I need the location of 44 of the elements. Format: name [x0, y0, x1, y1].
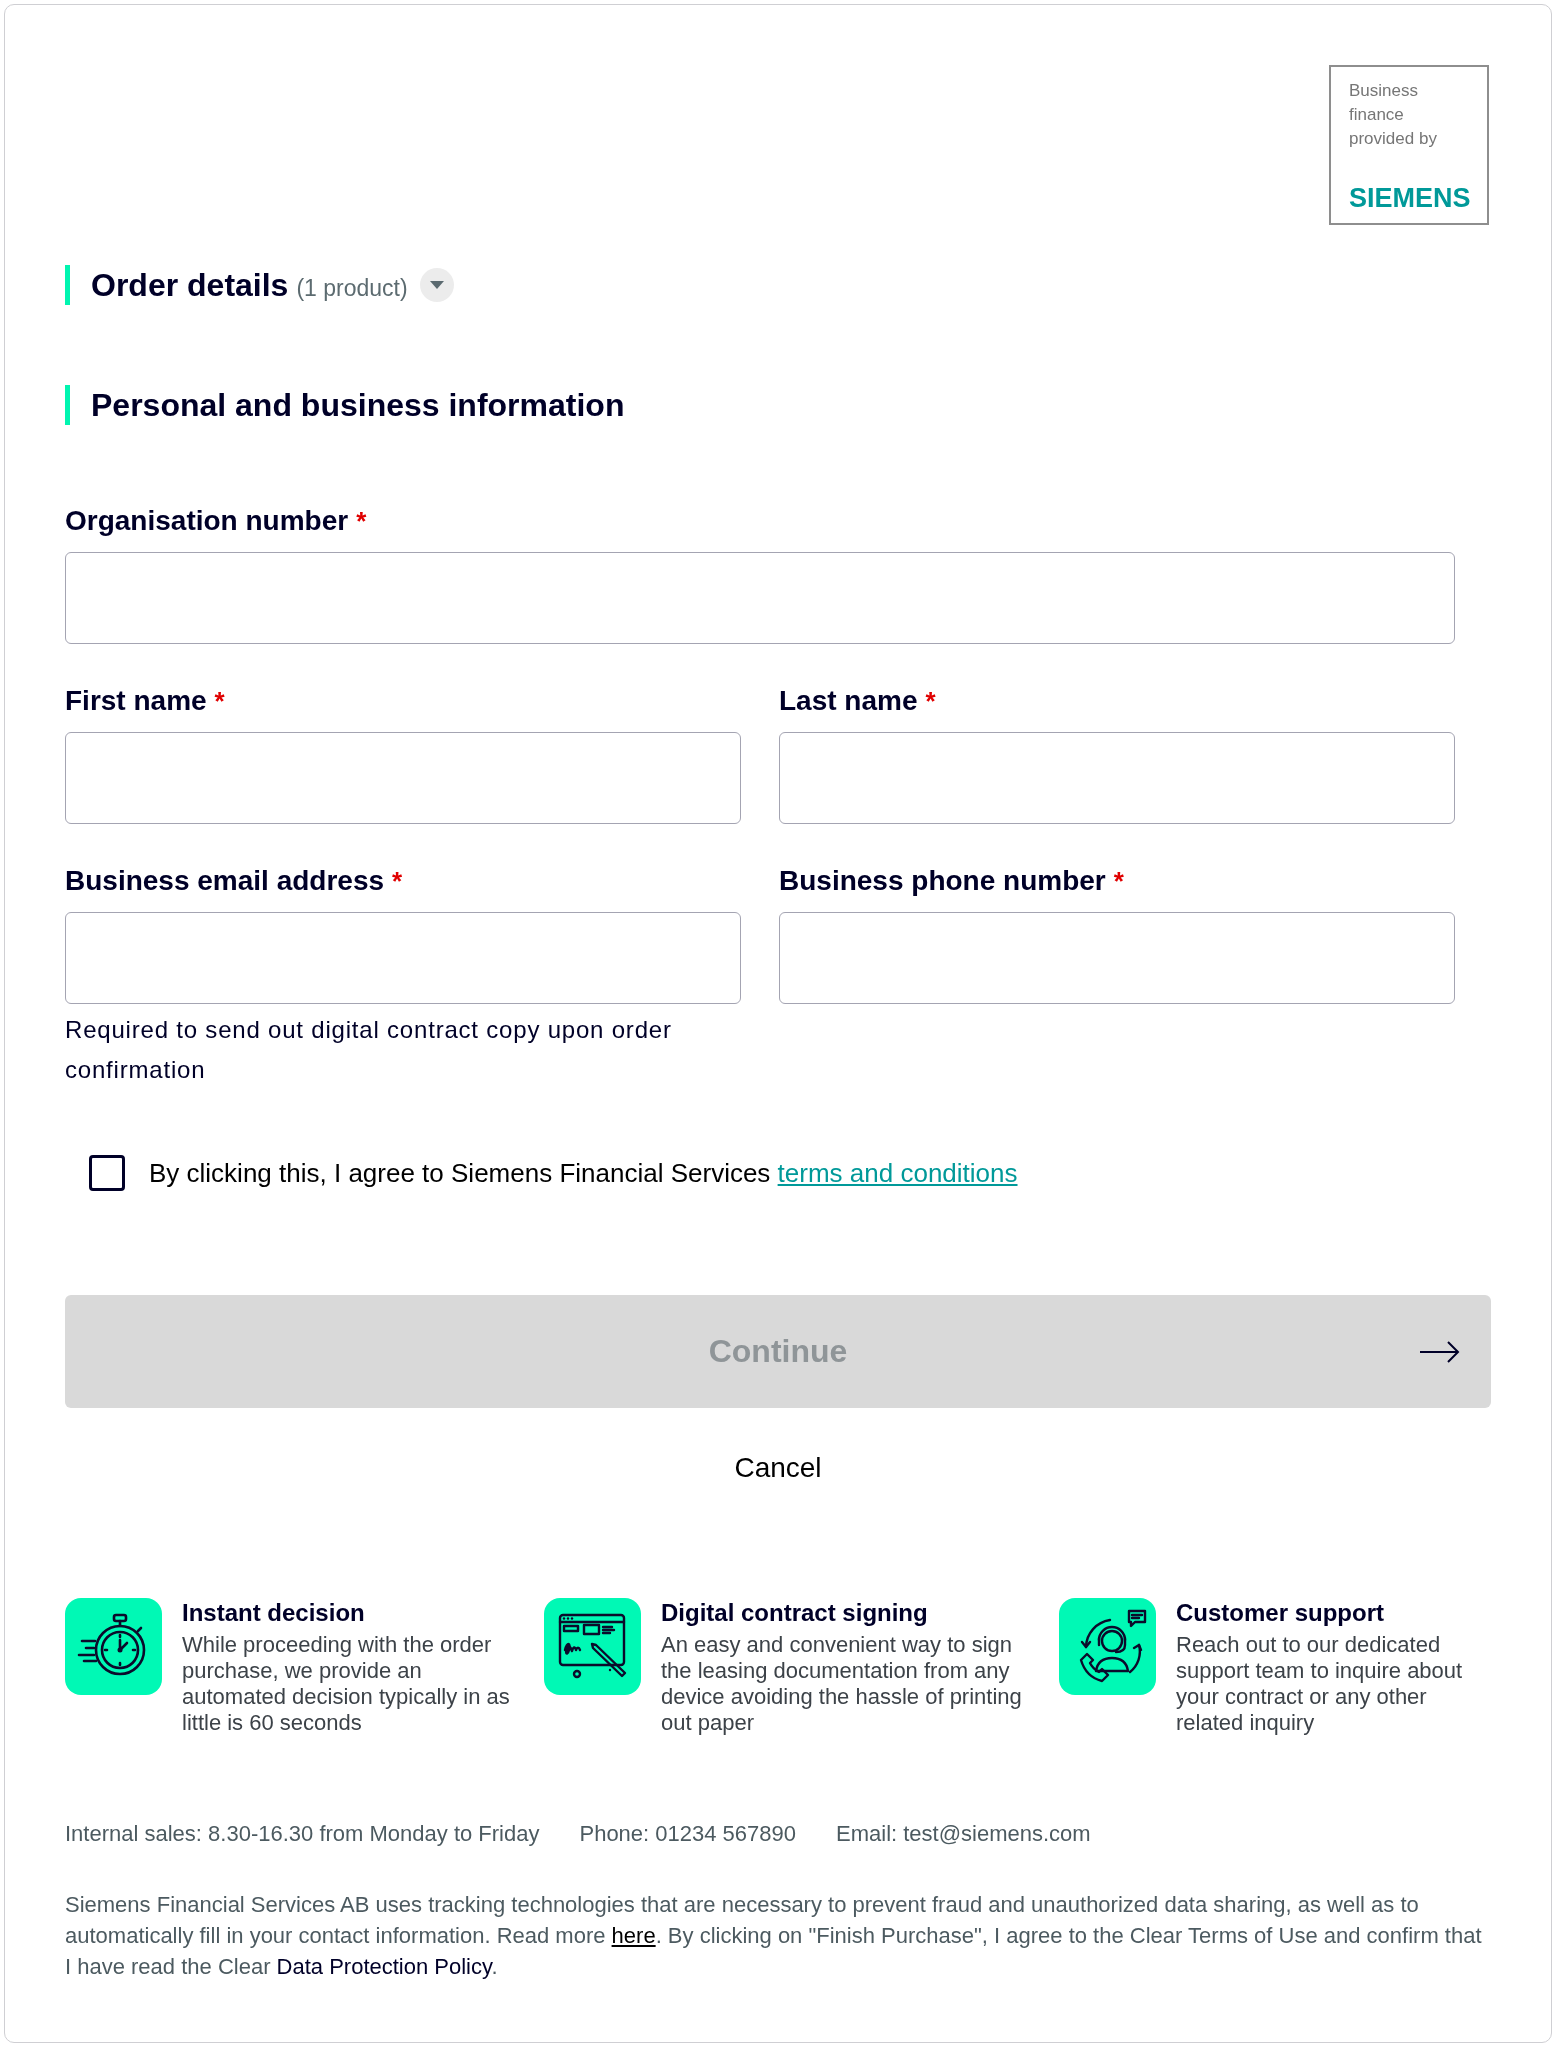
contact-info: Phone: 01234 567890	[579, 1820, 796, 1848]
accent-bar	[65, 385, 70, 425]
support-agent-icon	[1059, 1598, 1156, 1695]
caret-icon	[429, 281, 444, 289]
required-mark: *	[1113, 865, 1124, 897]
field-label: Organisation number	[65, 505, 349, 537]
signing-screen-icon	[544, 1598, 641, 1695]
section-title: Personal and business information	[91, 386, 625, 425]
feature-title: Customer support	[1176, 1598, 1385, 1628]
product-count: (1 product)	[296, 275, 408, 302]
contact-info: Internal sales: 8.30-16.30 from Monday to Friday	[65, 1820, 540, 1848]
feature-title: Digital contract signing	[661, 1598, 929, 1628]
helper-text: Required to send out digital contract copy upon order confirmation	[65, 1015, 673, 1085]
section-title: Order details	[91, 266, 289, 305]
accent-bar	[65, 265, 70, 305]
feature-description: An easy and convenient way to sign the leasing documentation from any device avoiding the hassle of printing out paper	[661, 1632, 1023, 1736]
input-field[interactable]	[65, 732, 741, 824]
input-field[interactable]	[65, 552, 1455, 644]
cancel-link[interactable]: Cancel	[734, 1448, 822, 1488]
checkbox[interactable]	[89, 1155, 125, 1191]
required-mark: *	[356, 505, 367, 537]
input-field[interactable]	[779, 732, 1455, 824]
input-field[interactable]	[65, 912, 741, 1004]
expand-button[interactable]	[419, 268, 454, 302]
feature-description: Reach out to our dedicated support team to inquire about your contract or any other related inquiry	[1176, 1632, 1464, 1736]
agreement-text: By clicking this, I agree to Siemens Financial Services terms and conditions	[149, 1157, 1018, 1190]
privacy-notice: Siemens Financial Services AB uses tracking technologies that are necessary to prevent fraud and unauthorized data sharing, as well as to automatically fill in your contact information. Read more here. By clicking on "Finish Purchase", I agree to the Clear Terms of Use and confirm that I have read the Clear Data Protection Policy.	[65, 1891, 1483, 1981]
required-mark: *	[392, 865, 403, 897]
read-more-link[interactable]: here	[611, 1923, 656, 1948]
required-mark: *	[925, 685, 936, 717]
required-mark: *	[214, 685, 225, 717]
stopwatch-icon	[65, 1598, 162, 1695]
arrow-right-icon	[1420, 1340, 1460, 1363]
feature-description: While proceeding with the order purchase, we provide an automated decision typically in as little is 60 seconds	[182, 1632, 511, 1736]
brand-wordmark: SIEMENS	[1349, 183, 1471, 213]
contact-info: Email: test@siemens.com	[836, 1820, 1091, 1848]
provider-tagline: Business finance provided by	[1349, 80, 1438, 150]
field-label: Last name	[779, 685, 918, 717]
feature-title: Instant decision	[182, 1598, 366, 1628]
field-label: Business phone number	[779, 865, 1106, 897]
input-field[interactable]	[779, 912, 1455, 1004]
policy-link[interactable]: Data Protection Policy	[276, 1954, 492, 1979]
field-label: Business email address	[65, 865, 385, 897]
field-label: First name	[65, 685, 207, 717]
